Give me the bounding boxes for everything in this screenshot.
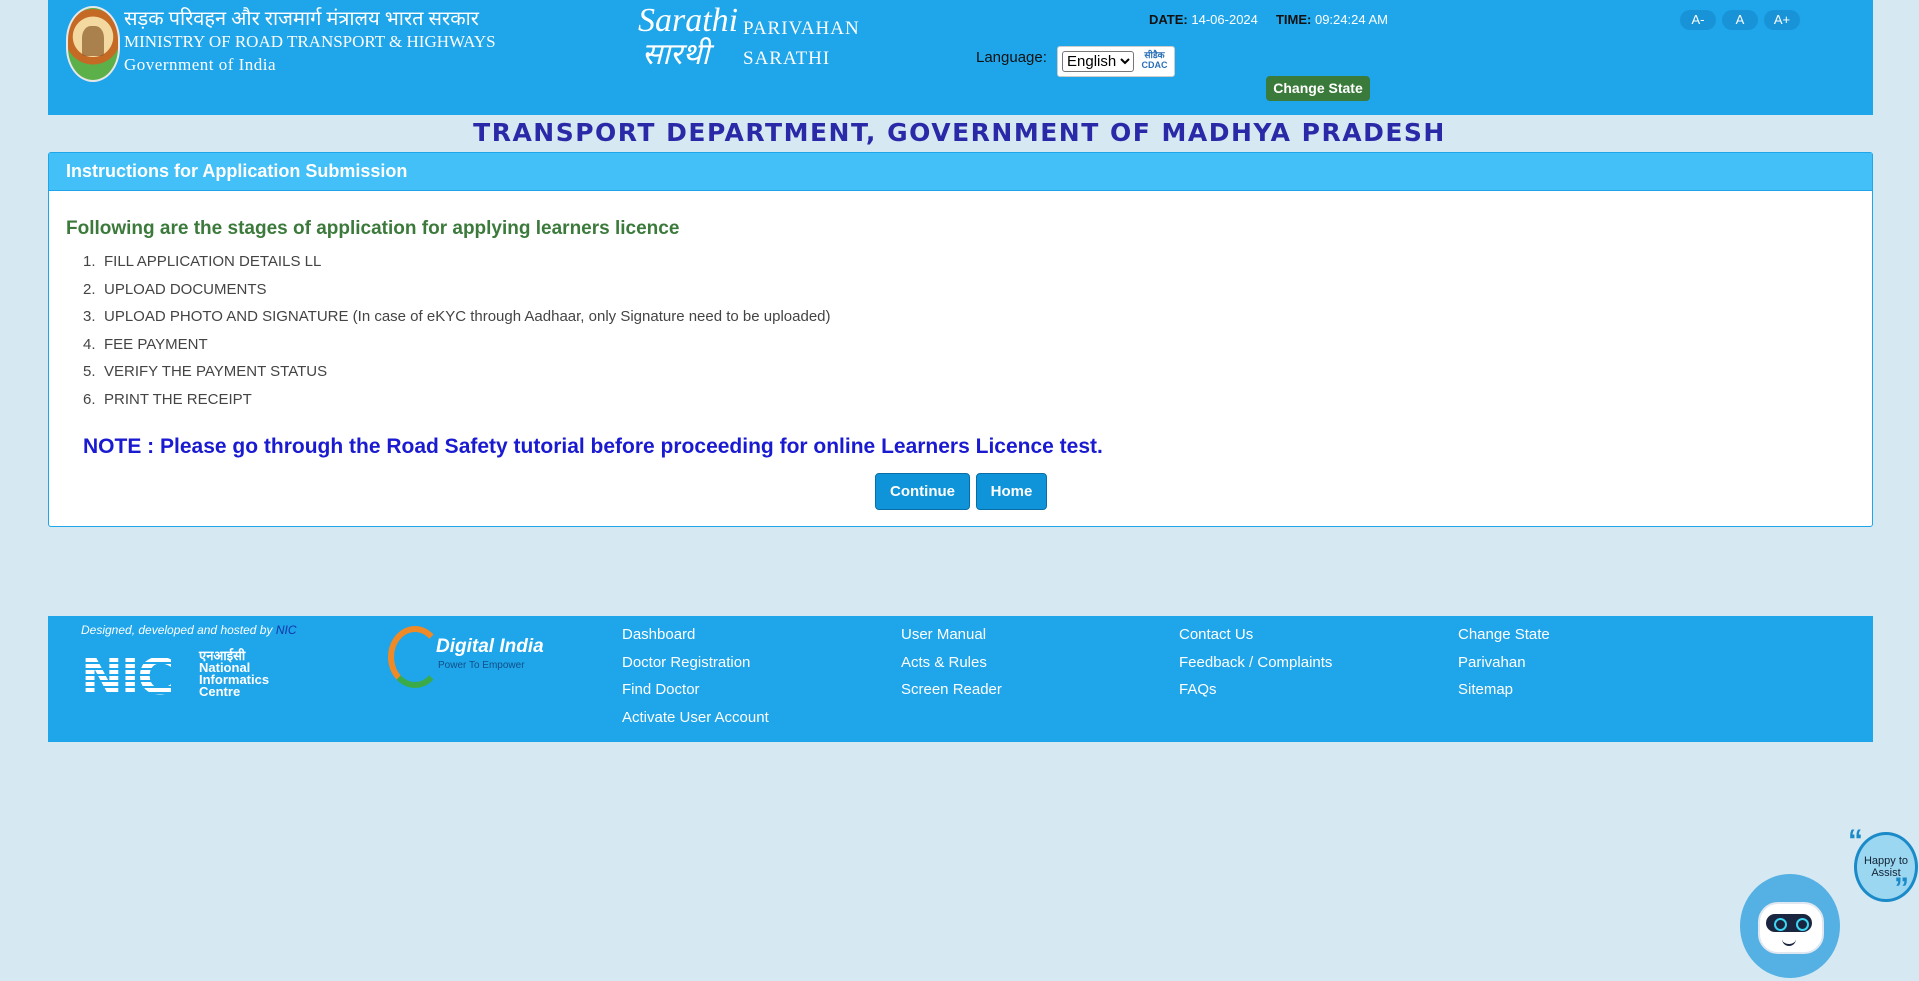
stage-text: UPLOAD PHOTO AND SIGNATURE (In case of e… [104, 308, 831, 325]
font-size-controls: A- A A+ [1680, 10, 1806, 30]
quote-close-icon: ” [1894, 872, 1909, 905]
footer-link-dashboard[interactable]: Dashboard [622, 624, 769, 652]
footer-links-col2: User Manual Acts & Rules Screen Reader [901, 624, 1002, 707]
stage-number: 3. [83, 308, 96, 325]
footer-links-col1: Dashboard Doctor Registration Find Docto… [622, 624, 769, 734]
footer-link-feedback-complaints[interactable]: Feedback / Complaints [1179, 652, 1332, 680]
language-select[interactable]: English [1062, 51, 1134, 72]
footer-link-screen-reader[interactable]: Screen Reader [901, 679, 1002, 707]
stages-heading: Following are the stages of application … [66, 218, 680, 239]
stage-text: FEE PAYMENT [104, 335, 208, 353]
stage-item: 1. FILL APPLICATION DETAILS LL [83, 253, 831, 281]
digital-india-icon [388, 626, 442, 688]
footer-link-contact-us[interactable]: Contact Us [1179, 624, 1332, 652]
nic-line3: Centre [199, 684, 241, 699]
credit-text: Designed, developed and hosted by [81, 623, 273, 637]
stage-number: 2. [83, 280, 96, 298]
site-footer: Designed, developed and hosted by NIC NI… [48, 616, 1873, 742]
stage-item: 6. PRINT THE RECEIPT [83, 391, 831, 419]
ministry-hindi: सड़क परिवहन और राजमार्ग मंत्रालय भारत सर… [124, 8, 479, 30]
stages-list: 1. FILL APPLICATION DETAILS LL 2. UPLOAD D… [83, 253, 831, 418]
date-time: DATE: 14-06-2024 TIME: 09:24:24 AM [1149, 12, 1388, 27]
footer-link-user-manual[interactable]: User Manual [901, 624, 1002, 652]
sarathi-logo-hindi: सारथी [642, 38, 710, 71]
stage-item: 5. VERIFY THE PAYMENT STATUS [83, 363, 831, 391]
footer-link-change-state[interactable]: Change State [1458, 624, 1550, 652]
nic-logo-text: एनआईसी National Informatics Centre [199, 649, 269, 699]
time-value: 09:24:24 AM [1314, 12, 1388, 27]
change-state-button[interactable]: Change State [1266, 76, 1370, 101]
panel-title: Instructions for Application Submission [49, 153, 1872, 191]
font-normal-button[interactable]: A [1722, 10, 1758, 30]
parivahan-text: PARIVAHAN [743, 18, 860, 39]
government-of-india: Government of India [124, 55, 277, 74]
stage-text: UPLOAD DOCUMENTS [104, 280, 267, 298]
nic-link[interactable]: NIC [276, 623, 297, 637]
footer-link-acts-rules[interactable]: Acts & Rules [901, 652, 1002, 680]
nic-logo: NIC एनआईसी National Informatics Centre [81, 648, 277, 706]
language-box: English सीडैक CDAC [1057, 46, 1175, 77]
footer-link-doctor-registration[interactable]: Doctor Registration [622, 652, 769, 680]
digital-india-text: Digital India [436, 636, 544, 657]
ministry-english: MINISTRY OF ROAD TRANSPORT & HIGHWAYS [124, 32, 496, 51]
road-safety-note: NOTE : Please go through the Road Safety… [83, 435, 1103, 458]
robot-eye-icon [1796, 918, 1809, 931]
date-label: DATE: [1149, 12, 1188, 27]
sarathi-text: SARATHI [743, 48, 831, 69]
quote-open-icon: “ [1848, 824, 1863, 857]
stage-number: 4. [83, 335, 96, 353]
footer-links-col4: Change State Parivahan Sitemap [1458, 624, 1550, 707]
nic-logo-letters: NIC [81, 648, 174, 706]
instructions-panel: Instructions for Application Submission … [48, 152, 1873, 527]
language-label: Language: [976, 49, 1047, 66]
stage-text: VERIFY THE PAYMENT STATUS [104, 363, 328, 380]
site-header: सड़क परिवहन और राजमार्ग मंत्रालय भारत सर… [48, 0, 1873, 115]
footer-link-find-doctor[interactable]: Find Doctor [622, 679, 769, 707]
footer-link-parivahan[interactable]: Parivahan [1458, 652, 1550, 680]
national-emblem-icon [66, 6, 120, 82]
date-value: 14-06-2024 [1191, 12, 1258, 27]
cdac-logo-icon: सीडैक CDAC [1141, 50, 1168, 70]
stage-number: 5. [83, 363, 96, 380]
footer-link-sitemap[interactable]: Sitemap [1458, 679, 1550, 707]
chatbot-widget[interactable]: Happy to Assist “ ” [1736, 824, 1918, 978]
time-label: TIME: [1275, 12, 1312, 27]
font-increase-button[interactable]: A+ [1764, 10, 1800, 30]
stage-text: FILL APPLICATION DETAILS LL [104, 253, 322, 270]
home-button[interactable]: Home [976, 473, 1047, 510]
continue-button[interactable]: Continue [875, 473, 970, 510]
ministry-title: सड़क परिवहन और राजमार्ग मंत्रालय भारत सर… [124, 8, 496, 76]
footer-credit: Designed, developed and hosted by NIC [81, 623, 297, 637]
stage-number: 1. [83, 253, 96, 270]
stage-text: PRINT THE RECEIPT [104, 390, 252, 408]
footer-link-activate-user-account[interactable]: Activate User Account [622, 707, 769, 735]
stage-item: 4. FEE PAYMENT [83, 336, 831, 364]
stage-number: 6. [83, 390, 96, 408]
robot-eye-icon [1774, 918, 1787, 931]
stage-item: 2. UPLOAD DOCUMENTS [83, 281, 831, 309]
department-title: TRANSPORT DEPARTMENT, GOVERNMENT OF MADH… [473, 118, 1446, 147]
digital-india-logo: Digital India Power To Empower [388, 624, 548, 688]
digital-india-tagline: Power To Empower [438, 660, 525, 671]
font-decrease-button[interactable]: A- [1680, 10, 1716, 30]
stage-item: 3. UPLOAD PHOTO AND SIGNATURE (In case of… [83, 308, 831, 336]
sarathi-logo: Sarathi सारथी [638, 2, 738, 72]
parivahan-sarathi-title: PARIVAHAN SARATHI [743, 14, 860, 74]
footer-links-col3: Contact Us Feedback / Complaints FAQs [1179, 624, 1332, 707]
footer-link-faqs[interactable]: FAQs [1179, 679, 1332, 707]
